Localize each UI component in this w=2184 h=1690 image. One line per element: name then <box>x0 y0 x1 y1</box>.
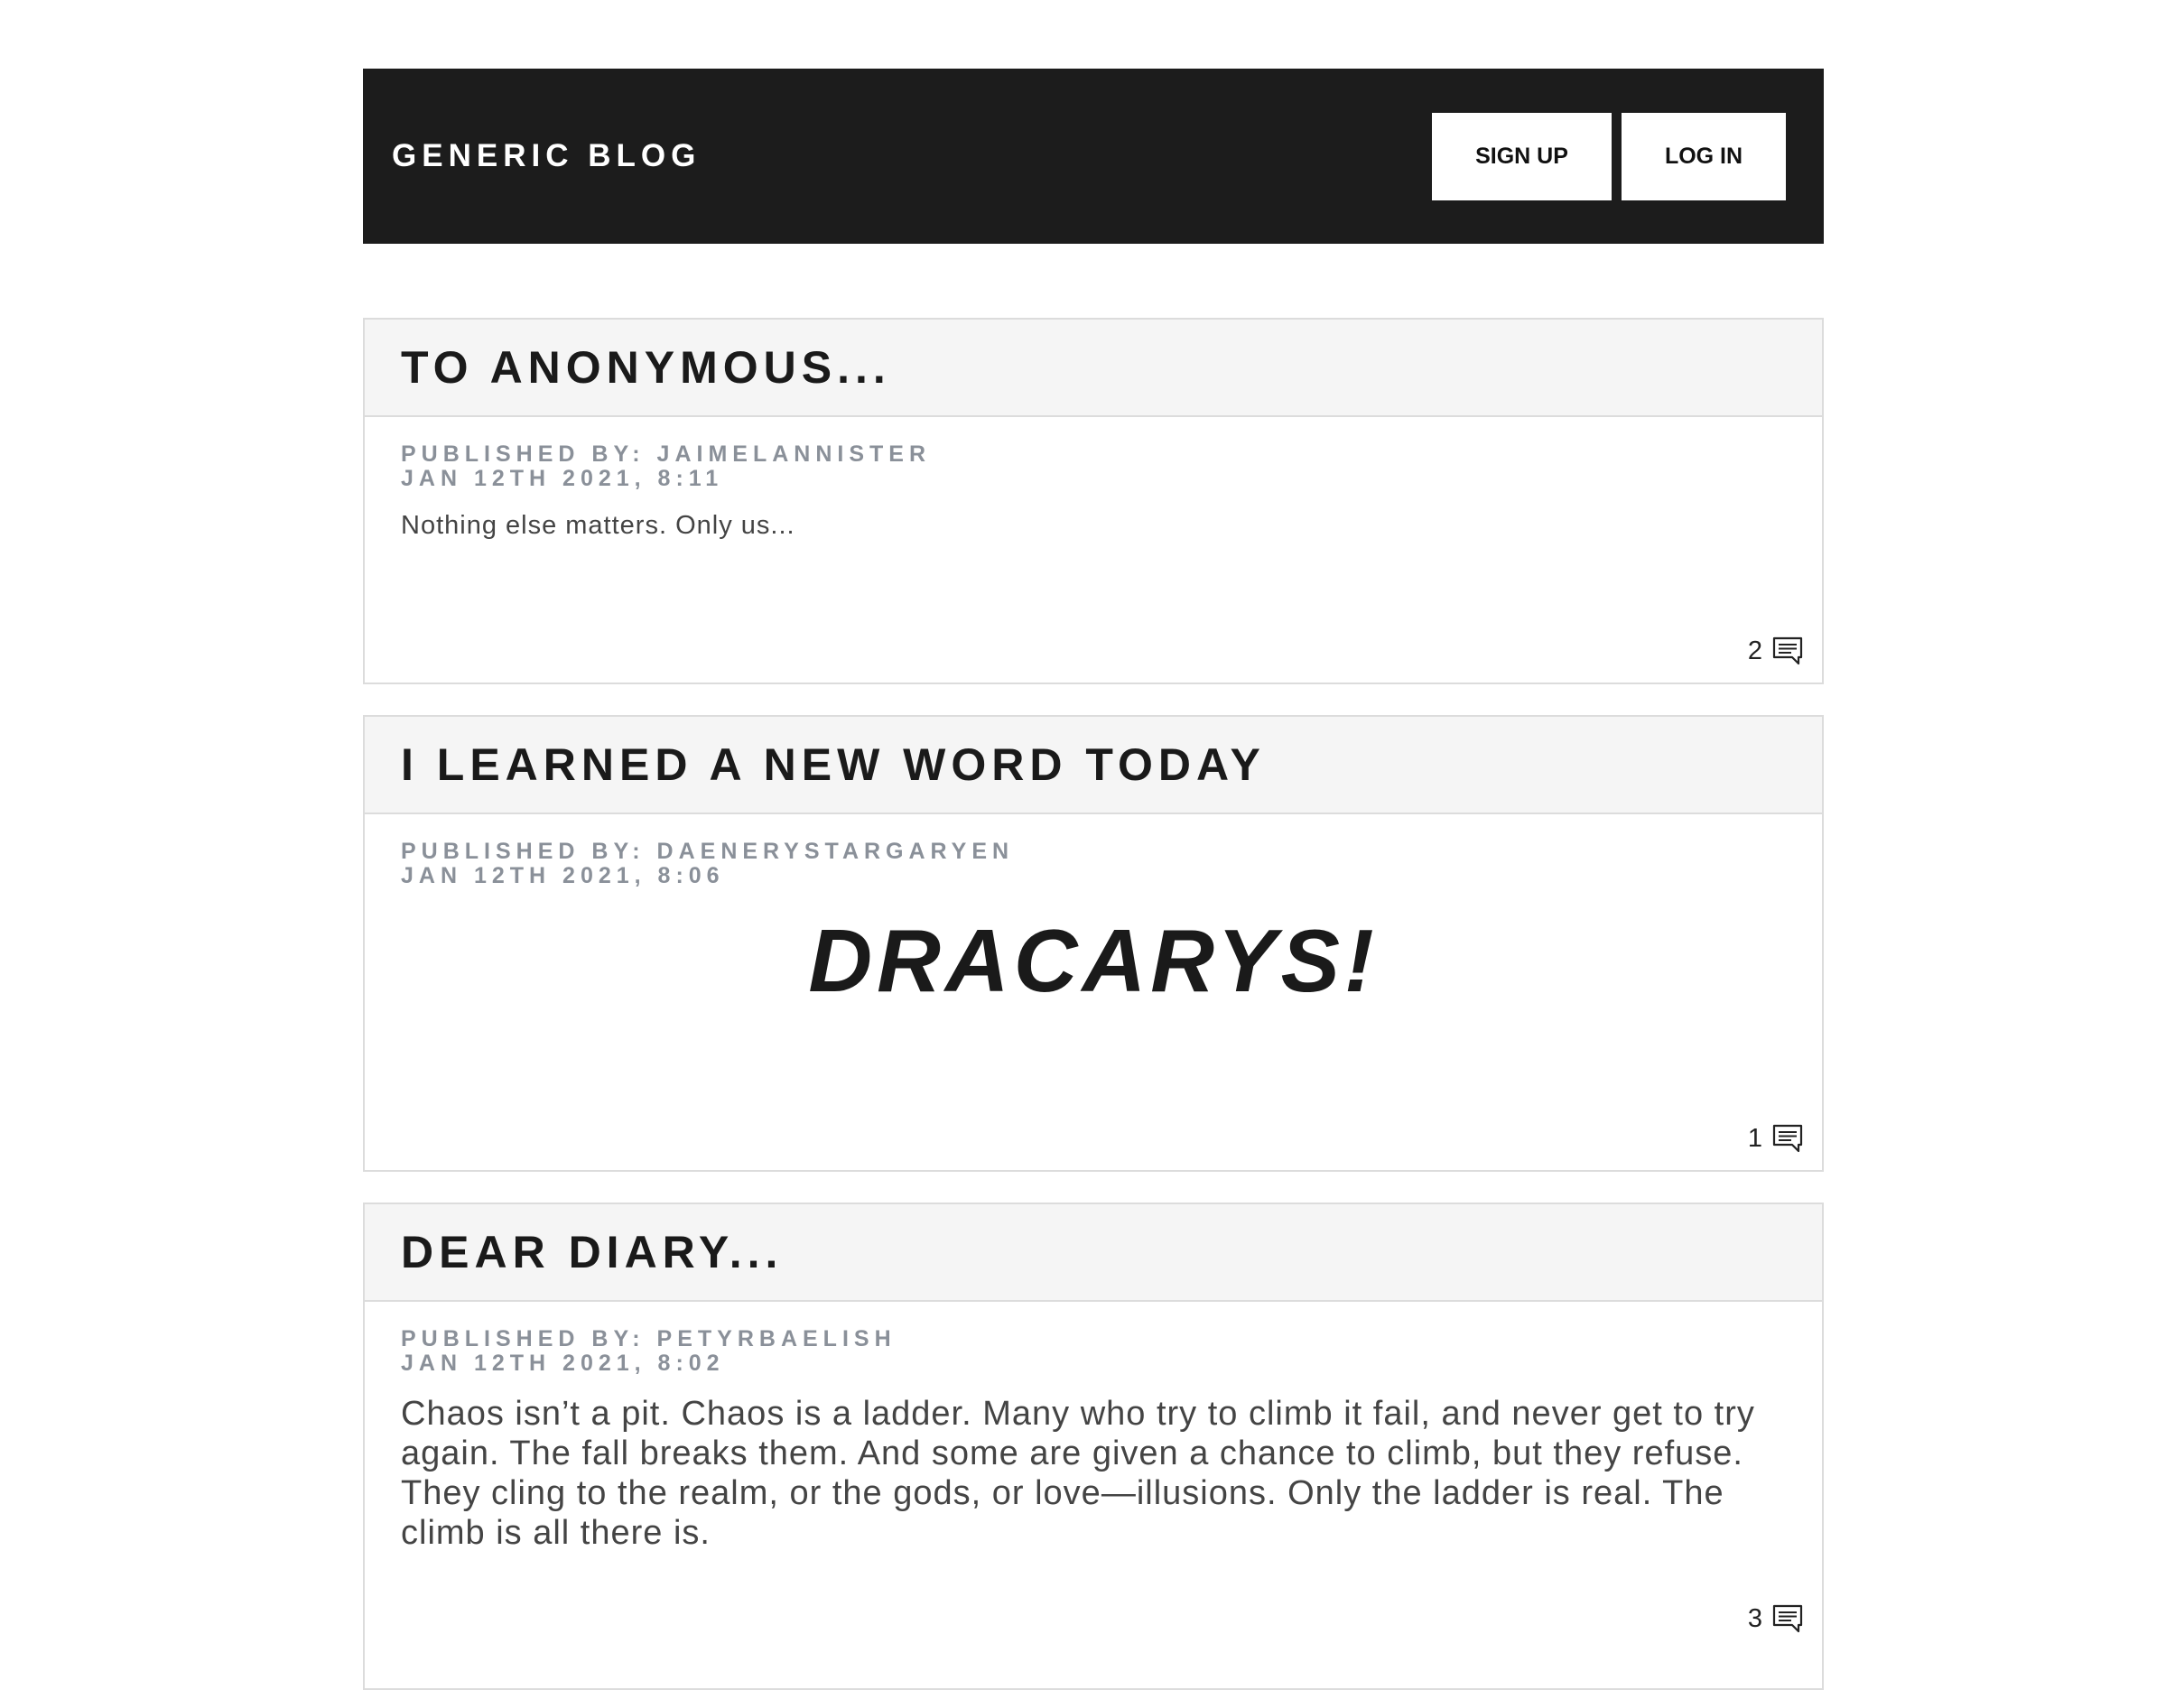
brand-logo[interactable]: GENERIC BLOG <box>392 138 701 174</box>
nav-buttons: SIGN UP LOG IN <box>1432 112 1786 200</box>
post-card: TO ANONYMOUS... PUBLISHED BY: JAIMELANNI… <box>363 318 1824 684</box>
comment-icon <box>1772 636 1803 665</box>
post-body: PUBLISHED BY: PETYRBAELISH JAN 12TH 2021… <box>365 1302 1822 1553</box>
login-button[interactable]: LOG IN <box>1622 112 1786 200</box>
comments-link[interactable]: 1 <box>1748 1123 1804 1154</box>
post-card: DEAR DIARY... PUBLISHED BY: PETYRBAELISH… <box>363 1202 1824 1690</box>
post-header: TO ANONYMOUS... <box>365 320 1822 417</box>
post-body: PUBLISHED BY: DAENERYSTARGARYEN JAN 12TH… <box>365 814 1822 1008</box>
signup-button[interactable]: SIGN UP <box>1432 112 1612 200</box>
post-author: PUBLISHED BY: PETYRBAELISH <box>401 1326 897 1351</box>
comment-count: 3 <box>1747 1603 1762 1633</box>
post-header: I LEARNED A NEW WORD TODAY <box>365 717 1822 814</box>
navbar: GENERIC BLOG SIGN UP LOG IN <box>363 69 1824 244</box>
post-content: Chaos isn’t a pit. Chaos is a ladder. Ma… <box>401 1395 1755 1552</box>
comment-icon <box>1772 1124 1803 1153</box>
post-body: PUBLISHED BY: JAIMELANNISTER JAN 12TH 20… <box>365 417 1822 541</box>
post-title[interactable]: DEAR DIARY... <box>401 1226 783 1278</box>
post-date: JAN 12TH 2021, 8:11 <box>401 466 724 491</box>
comment-count: 1 <box>1747 1123 1762 1153</box>
post-date: JAN 12TH 2021, 8:06 <box>401 863 725 888</box>
post-card: I LEARNED A NEW WORD TODAY PUBLISHED BY:… <box>363 715 1824 1172</box>
comment-count: 2 <box>1747 636 1762 665</box>
page-container: GENERIC BLOG SIGN UP LOG IN TO ANONYMOUS… <box>363 69 1824 1690</box>
post-author: PUBLISHED BY: DAENERYSTARGARYEN <box>401 839 1015 864</box>
post-content: DRACARYS! <box>808 911 1379 1010</box>
post-header: DEAR DIARY... <box>365 1204 1822 1302</box>
post-content: Nothing else matters. Only us... <box>401 511 795 540</box>
post-date: JAN 12TH 2021, 8:02 <box>401 1351 725 1376</box>
comments-link[interactable]: 2 <box>1748 636 1804 666</box>
post-author: PUBLISHED BY: JAIMELANNISTER <box>401 441 932 467</box>
post-title[interactable]: I LEARNED A NEW WORD TODAY <box>401 738 1266 791</box>
post-title[interactable]: TO ANONYMOUS... <box>401 341 891 394</box>
comments-link[interactable]: 3 <box>1748 1603 1804 1634</box>
comment-icon <box>1772 1604 1803 1633</box>
